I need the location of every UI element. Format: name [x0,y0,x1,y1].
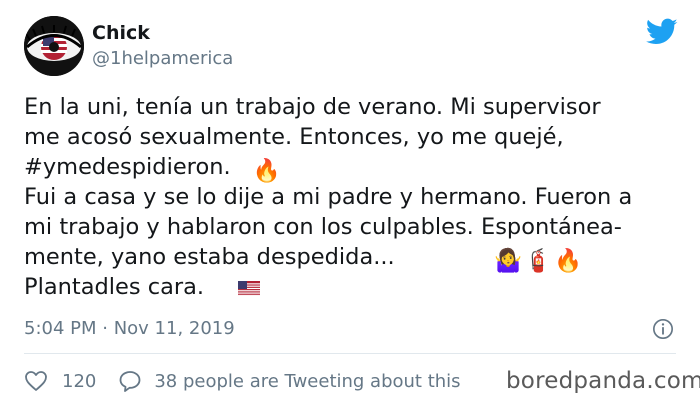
like-count[interactable]: 120 [62,371,96,392]
tweet-line-text: mente, yano estaba despedida... [24,244,395,270]
tweet-line: me acosó sexualmente. Entonces, yo me qu… [24,124,564,150]
divider [24,353,676,354]
eye-flag-avatar-icon [24,16,84,76]
tweet-line: En la uni, tenía un trabajo de verano. M… [24,94,601,120]
watermark: boredpanda.com [506,368,700,394]
hashtag-link[interactable]: #ymedespidieron. [24,154,231,180]
tweet-timestamp[interactable]: 5:04 PM · Nov 11, 2019 [24,318,235,339]
twitter-bird-icon[interactable] [646,18,678,46]
display-name[interactable]: Chick [92,22,150,44]
tweet-line-flag: Plantadles cara. [24,272,684,302]
user-handle[interactable]: @1helpamerica [92,48,233,69]
tweet-line: mi trabajo y hablaron con los culpables.… [24,214,622,240]
tweet-line: Fui a casa y se lo dije a mi padre y her… [24,184,633,210]
avatar[interactable] [24,16,84,76]
tweet-line-hashtag: #ymedespidieron. 🔥 [24,152,684,184]
tweeting-about-link[interactable]: 38 people are Tweeting about this [154,371,460,392]
emoji-group: 🤷‍♀️🧯🔥 [494,242,582,276]
tweet-actions: 120 38 people are Tweeting about this [24,370,461,392]
speech-bubble-icon[interactable] [118,370,142,392]
us-flag-icon [238,281,261,296]
tweet-line-text: Plantadles cara. [24,274,205,300]
tweet-text: En la uni, tenía un trabajo de verano. M… [24,92,684,302]
heart-icon[interactable] [24,370,48,392]
info-icon[interactable] [652,318,674,340]
tweet-line-emojis: mente, yano estaba despedida... 🤷‍♀️🧯🔥 [24,242,684,274]
